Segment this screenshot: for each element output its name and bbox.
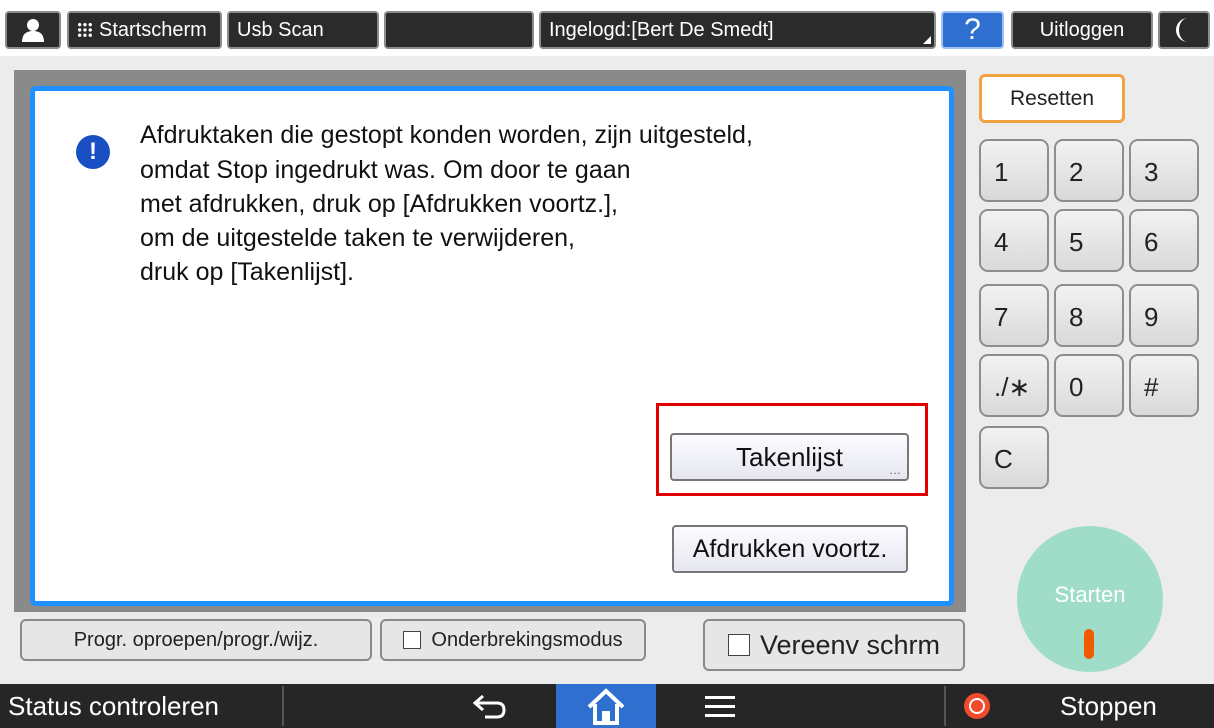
stop-button[interactable]: Stoppen	[946, 684, 1214, 728]
home-screen-button[interactable]: Startscherm	[67, 11, 222, 49]
message-line-3: met afdrukken, druk op [Afdrukken voortz…	[140, 190, 619, 218]
key-8[interactable]: 8	[1054, 284, 1124, 347]
message-line-1: Afdruktaken die gestopt konden worden, z…	[140, 121, 753, 149]
back-arrow-icon	[473, 694, 506, 719]
key-4[interactable]: 4	[979, 209, 1049, 272]
check-status-label: Status controleren	[8, 690, 220, 721]
stop-icon	[964, 693, 990, 719]
login-status-button[interactable]: Ingelogd:[Bert De Smedt]	[539, 11, 936, 49]
resume-print-button[interactable]: Afdrukken voortz.	[672, 525, 908, 573]
start-button[interactable]: Starten	[1017, 526, 1163, 672]
simplified-screen-label: Vereenv schrm	[759, 629, 941, 660]
job-list-button[interactable]: Takenlijst …	[670, 433, 909, 481]
menu-icon	[705, 696, 735, 717]
logout-button[interactable]: Uitloggen	[1011, 11, 1153, 49]
ellipsis-icon: …	[889, 463, 901, 477]
help-label: ?	[964, 13, 981, 46]
program-recall-button[interactable]: Progr. oproepen/progr./wijz.	[20, 619, 372, 661]
usb-scan-button[interactable]: Usb Scan	[227, 11, 379, 49]
key-2[interactable]: 2	[1054, 139, 1124, 202]
key-hash[interactable]: #	[1129, 354, 1199, 417]
message-line-4: om de uitgestelde taken te verwijderen,	[140, 224, 575, 252]
energy-saver-button[interactable]	[1158, 11, 1210, 49]
reset-button[interactable]: Resetten	[979, 74, 1125, 123]
status-divider	[282, 686, 284, 726]
user-icon	[22, 19, 44, 42]
corner-triangle-icon	[923, 36, 931, 44]
start-indicator-icon	[1084, 629, 1094, 659]
interrupt-mode-label: Onderbrekingsmodus	[431, 628, 623, 651]
interrupt-mode-button[interactable]: Onderbrekingsmodus	[380, 619, 646, 661]
key-5[interactable]: 5	[1054, 209, 1124, 272]
user-icon-button[interactable]	[5, 11, 61, 49]
job-list-label: Takenlijst	[736, 441, 843, 472]
exclamation-icon: !	[76, 135, 110, 169]
key-6[interactable]: 6	[1129, 209, 1199, 272]
home-icon	[587, 688, 625, 725]
key-dot-star[interactable]: ./∗	[979, 354, 1049, 417]
key-7[interactable]: 7	[979, 284, 1049, 347]
check-status-button[interactable]: Status controleren	[0, 684, 282, 728]
message-line-5: druk op [Takenlijst].	[140, 258, 354, 286]
stop-label: Stoppen	[1060, 690, 1157, 721]
program-recall-label: Progr. oproepen/progr./wijz.	[73, 628, 319, 651]
apps-grid-icon	[77, 22, 93, 38]
start-label: Starten	[1054, 582, 1126, 607]
login-status-label: Ingelogd:[Bert De Smedt]	[549, 18, 774, 41]
resume-print-label: Afdrukken voortz.	[692, 534, 888, 563]
menu-button[interactable]	[680, 686, 760, 726]
key-3[interactable]: 3	[1129, 139, 1199, 202]
message-line-2: omdat Stop ingedrukt was. Om door te gaa…	[140, 156, 631, 184]
logout-label: Uitloggen	[1039, 18, 1125, 41]
help-button[interactable]: ?	[941, 11, 1004, 49]
simplified-screen-button[interactable]: Vereenv schrm	[703, 619, 965, 671]
home-button[interactable]	[556, 684, 656, 728]
key-9[interactable]: 9	[1129, 284, 1199, 347]
interrupt-checkbox[interactable]	[403, 631, 422, 649]
reset-label: Resetten	[1009, 86, 1095, 110]
back-button[interactable]	[440, 686, 540, 726]
moon-icon	[1176, 18, 1188, 42]
usb-scan-label: Usb Scan	[237, 18, 324, 41]
key-1[interactable]: 1	[979, 139, 1049, 202]
empty-slot-button[interactable]	[384, 11, 534, 49]
key-0[interactable]: 0	[1054, 354, 1124, 417]
home-screen-label: Startscherm	[99, 18, 207, 41]
key-clear[interactable]: C	[979, 426, 1049, 489]
simplified-screen-checkbox[interactable]	[727, 634, 750, 656]
